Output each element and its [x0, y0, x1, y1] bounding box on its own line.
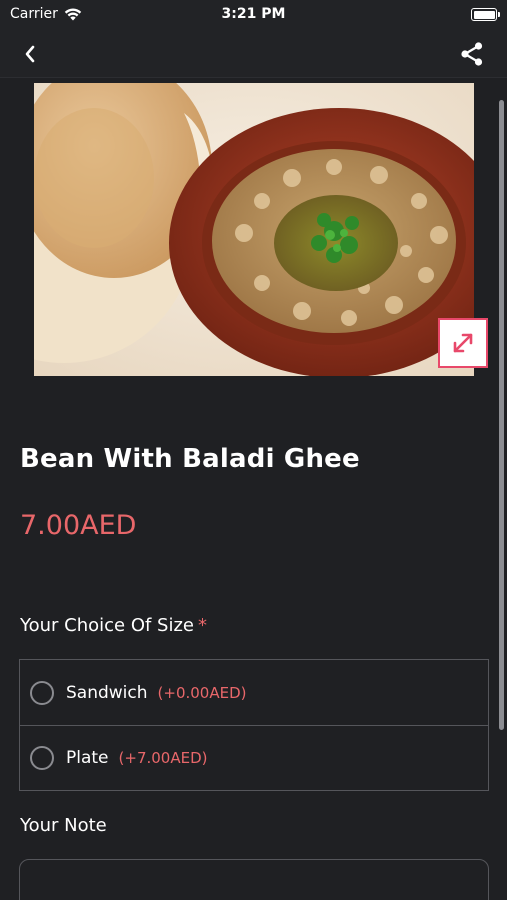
option-label: Plate — [66, 748, 109, 768]
share-button[interactable] — [457, 39, 487, 69]
option-price: (+0.00AED) — [157, 683, 247, 702]
radio-button[interactable] — [30, 680, 54, 705]
required-mark: * — [198, 615, 208, 636]
size-option-plate[interactable]: Plate (+7.00AED) — [20, 725, 488, 790]
expand-icon — [453, 333, 473, 353]
radio-button[interactable] — [30, 746, 54, 770]
expand-image-button[interactable] — [438, 318, 488, 368]
product-title: Bean With Baladi Ghee — [20, 444, 360, 474]
back-button[interactable] — [16, 40, 44, 68]
share-icon — [461, 42, 483, 66]
product-price: 7.00AED — [20, 510, 137, 541]
note-input[interactable] — [19, 859, 489, 900]
food-photo — [34, 83, 474, 376]
size-section-title: Your Choice Of Size — [20, 615, 195, 636]
option-label: Sandwich — [66, 682, 148, 703]
product-image[interactable] — [34, 83, 474, 376]
size-option-sandwich[interactable]: Sandwich (+0.00AED) — [20, 660, 488, 725]
note-section-label: Your Note — [20, 815, 107, 836]
size-options: Sandwich (+0.00AED) Plate (+7.00AED) — [19, 659, 489, 791]
size-section-label: Your Choice Of Size * — [20, 615, 207, 636]
status-bar: Carrier 3:21 PM — [0, 0, 507, 30]
nav-bar — [0, 30, 507, 78]
chevron-left-icon — [25, 45, 35, 63]
status-time: 3:21 PM — [221, 6, 286, 22]
option-price: (+7.00AED) — [118, 749, 208, 767]
scrollbar[interactable] — [499, 100, 504, 730]
battery-icon — [471, 8, 500, 21]
